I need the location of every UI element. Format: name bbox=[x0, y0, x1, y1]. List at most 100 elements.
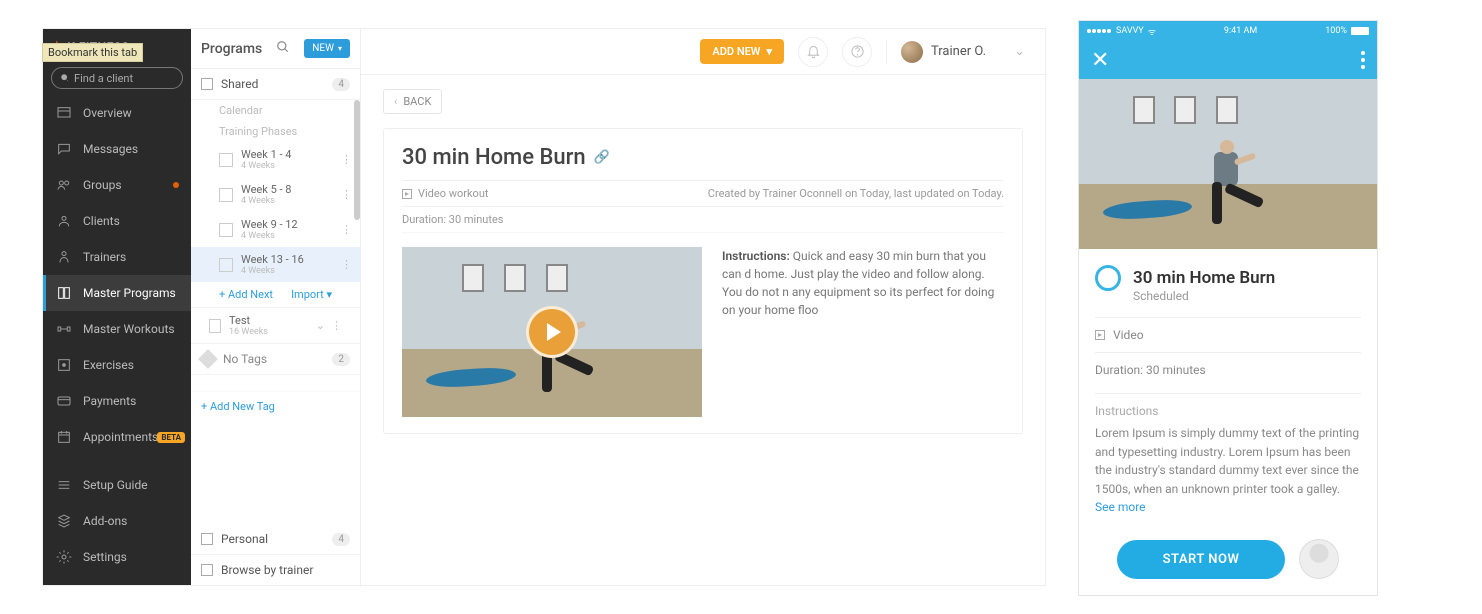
help-button[interactable] bbox=[842, 37, 872, 67]
avatar bbox=[901, 41, 923, 63]
user-menu[interactable]: Trainer O. ⌄ bbox=[901, 41, 1025, 63]
bookmark-tooltip: Bookmark this tab bbox=[42, 43, 143, 62]
calendar-icon bbox=[219, 223, 233, 237]
phase-menu-button[interactable]: ⋮ bbox=[341, 188, 352, 201]
add-new-button[interactable]: ADD NEW bbox=[700, 39, 784, 64]
overview-icon bbox=[56, 105, 72, 121]
nav-appointments[interactable]: AppointmentsBETA bbox=[43, 419, 191, 455]
nav-master-workouts[interactable]: Master Workouts bbox=[43, 311, 191, 347]
nav-messages[interactable]: Messages bbox=[43, 131, 191, 167]
folder-icon bbox=[201, 533, 213, 545]
program-test-item[interactable]: Test16 Weeks ⌄ ⋮ bbox=[191, 307, 360, 344]
title-row: 30 min Home Burn 🔗 bbox=[402, 145, 1004, 170]
nav-exercises[interactable]: Exercises bbox=[43, 347, 191, 383]
phase-item-selected[interactable]: Week 13 - 164 Weeks⋮ bbox=[191, 247, 360, 282]
nav-master-programs[interactable]: Master Programs bbox=[43, 275, 191, 311]
no-tags-row[interactable]: No Tags 2 bbox=[191, 344, 360, 375]
find-client-input[interactable]: Find a client bbox=[51, 67, 183, 89]
phone-instructions-heading: Instructions bbox=[1095, 393, 1361, 418]
payments-icon bbox=[56, 393, 72, 409]
nav-payments[interactable]: Payments bbox=[43, 383, 191, 419]
section-shared[interactable]: Shared 4 bbox=[191, 69, 360, 100]
start-now-button[interactable]: START NOW bbox=[1117, 540, 1286, 579]
nav-master-workouts-label: Master Workouts bbox=[83, 322, 175, 336]
phone-duration-row: Duration: 30 minutes bbox=[1095, 352, 1361, 387]
phone-statusbar: SAVVY ᯤ 9:41 AM 100% bbox=[1079, 21, 1377, 41]
back-button[interactable]: BACK bbox=[383, 89, 442, 114]
nav-overview-label: Overview bbox=[83, 106, 132, 120]
divider bbox=[886, 40, 887, 64]
help-icon bbox=[850, 44, 865, 59]
workout-type-label: Video workout bbox=[418, 187, 489, 200]
instructions-label: Instructions: bbox=[722, 249, 790, 263]
program-tree: Calendar Training Phases Week 1 - 44 Wee… bbox=[191, 100, 360, 524]
phase-menu-button[interactable]: ⋮ bbox=[341, 153, 352, 166]
nav-clients[interactable]: Clients bbox=[43, 203, 191, 239]
video-thumbnail[interactable] bbox=[402, 247, 702, 417]
import-link[interactable]: Import bbox=[291, 288, 332, 301]
user-name: Trainer O. bbox=[931, 44, 986, 59]
nav-appointments-label: Appointments bbox=[83, 430, 158, 444]
phase-menu-button[interactable]: ⋮ bbox=[341, 258, 352, 271]
programs-search-button[interactable] bbox=[276, 39, 290, 58]
programs-title: Programs bbox=[201, 41, 262, 57]
workout-title: 30 min Home Burn bbox=[402, 145, 586, 170]
instructions-text: Instructions: Quick and easy 30 min burn… bbox=[722, 247, 1004, 417]
see-more-link[interactable]: See more bbox=[1095, 500, 1146, 514]
app-window: ✦ K FITNESS Find a client Overview Messa… bbox=[42, 28, 1046, 586]
section-shared-label: Shared bbox=[221, 77, 258, 91]
personal-count-badge: 4 bbox=[332, 533, 350, 546]
phase-menu-button[interactable]: ⋮ bbox=[341, 223, 352, 236]
phone-instructions-body: Lorem Ipsum is simply dummy text of the … bbox=[1095, 426, 1359, 496]
nav-payments-label: Payments bbox=[83, 394, 136, 408]
add-next-link[interactable]: + Add Next bbox=[219, 288, 273, 301]
phase-item[interactable]: Week 1 - 44 Weeks⋮ bbox=[191, 142, 360, 177]
nav-groups-label: Groups bbox=[83, 178, 122, 192]
workout-card: 30 min Home Burn 🔗 Video workout Created… bbox=[383, 128, 1023, 434]
new-program-button[interactable]: NEW bbox=[304, 39, 350, 58]
nav-groups[interactable]: Groups bbox=[43, 167, 191, 203]
phase-sub: 4 Weeks bbox=[241, 266, 304, 276]
find-client-placeholder: Find a client bbox=[74, 72, 133, 85]
groups-icon bbox=[56, 177, 72, 193]
phone-video-label: Video bbox=[1113, 328, 1144, 342]
section-browse[interactable]: Browse by trainer bbox=[191, 555, 360, 585]
nav-setup-guide[interactable]: Setup Guide bbox=[43, 467, 191, 503]
phone-workout-title: 30 min Home Burn bbox=[1133, 268, 1275, 288]
nav-settings[interactable]: Settings bbox=[43, 539, 191, 575]
phone-status: Scheduled bbox=[1133, 289, 1361, 303]
test-title: Test bbox=[229, 314, 268, 327]
chevron-down-icon: ⌄ bbox=[316, 319, 325, 332]
programs-panel: Programs NEW Shared 4 Calendar Training … bbox=[191, 29, 361, 585]
chevron-down-icon: ⌄ bbox=[1014, 44, 1025, 59]
phase-item[interactable]: Week 5 - 84 Weeks⋮ bbox=[191, 177, 360, 212]
workouts-icon bbox=[56, 321, 72, 337]
programs-header: Programs NEW bbox=[191, 29, 360, 69]
addons-icon bbox=[56, 513, 72, 529]
trainer-avatar[interactable] bbox=[1299, 539, 1339, 579]
status-ring-icon[interactable] bbox=[1095, 265, 1121, 291]
phone-title-row: 30 min Home Burn bbox=[1095, 265, 1361, 291]
nav-addons[interactable]: Add-ons bbox=[43, 503, 191, 539]
more-menu-button[interactable] bbox=[1361, 51, 1365, 69]
main-content: ADD NEW Trainer O. ⌄ BACK 30 min Home Bu… bbox=[361, 29, 1045, 585]
nav-setup-guide-label: Setup Guide bbox=[83, 478, 148, 492]
notifications-button[interactable] bbox=[798, 37, 828, 67]
link-icon[interactable]: 🔗 bbox=[594, 150, 610, 165]
nav-addons-label: Add-ons bbox=[83, 514, 127, 528]
phone-navbar: ✕ bbox=[1079, 41, 1377, 79]
phases-label: Training Phases bbox=[191, 121, 360, 142]
carrier-label: SAVVY bbox=[1116, 26, 1144, 36]
topbar: ADD NEW Trainer O. ⌄ bbox=[361, 29, 1045, 75]
close-button[interactable]: ✕ bbox=[1091, 48, 1109, 73]
no-tags-label: No Tags bbox=[223, 352, 267, 366]
gear-icon bbox=[56, 549, 72, 565]
programs-icon bbox=[56, 285, 72, 301]
nav-trainers[interactable]: Trainers bbox=[43, 239, 191, 275]
add-import-row: + Add Next Import bbox=[191, 282, 360, 307]
add-new-tag-link[interactable]: + Add New Tag bbox=[191, 392, 360, 421]
phase-item[interactable]: Week 9 - 124 Weeks⋮ bbox=[191, 212, 360, 247]
test-menu-button[interactable]: ⋮ bbox=[331, 319, 342, 332]
section-personal[interactable]: Personal 4 bbox=[191, 524, 360, 555]
nav-overview[interactable]: Overview bbox=[43, 95, 191, 131]
